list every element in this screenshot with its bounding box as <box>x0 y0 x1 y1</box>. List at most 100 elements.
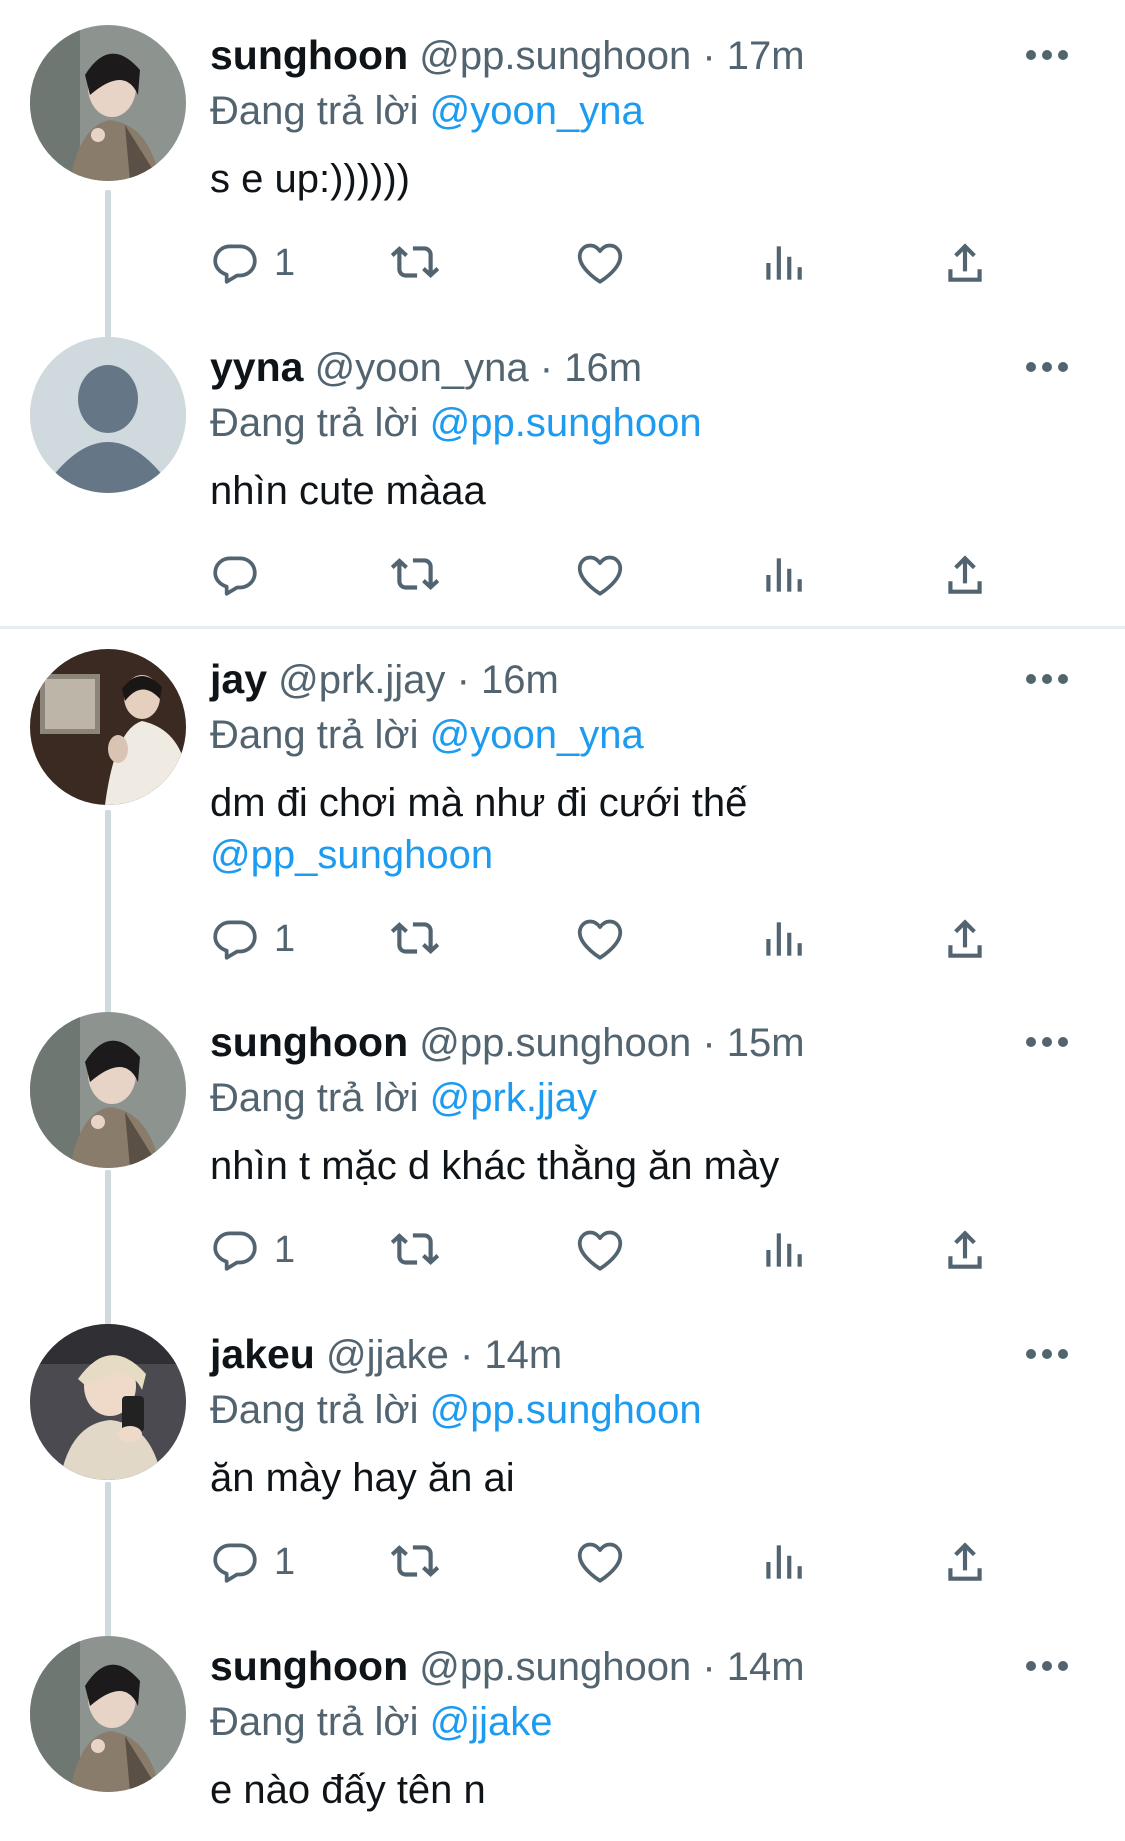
reply-icon <box>213 1543 257 1583</box>
handle[interactable]: @pp.sunghoon <box>419 34 691 78</box>
heart-icon <box>577 1542 623 1583</box>
retweet-button[interactable] <box>390 1222 440 1278</box>
display-name[interactable]: jay <box>210 656 267 702</box>
retweet-button[interactable] <box>390 235 440 291</box>
share-button[interactable] <box>940 235 990 291</box>
share-icon <box>948 919 982 958</box>
avatar[interactable] <box>30 649 186 805</box>
timestamp[interactable]: · 15m <box>702 1021 804 1065</box>
retweet-icon <box>390 558 440 590</box>
views-button[interactable] <box>758 547 808 603</box>
tweet-text: s e up:)))))) <box>210 157 410 201</box>
reply-button[interactable] <box>210 547 274 603</box>
retweet-icon <box>390 922 440 954</box>
more-button[interactable] <box>1017 1012 1077 1072</box>
more-button[interactable] <box>1017 25 1077 85</box>
tweet-text: nhìn cute màaa <box>210 469 486 513</box>
reply-icon <box>213 1231 257 1271</box>
more-button[interactable] <box>1017 1324 1077 1384</box>
reply-mention[interactable]: @yoon_yna <box>430 89 644 133</box>
tweet-header: sunghoon @pp.sunghoon · 15m <box>210 1012 1125 1072</box>
like-button[interactable] <box>575 235 625 291</box>
replying-to: Đang trả lời @jjake <box>210 1696 1125 1748</box>
reply-button[interactable]: 1 <box>210 911 295 967</box>
display-name[interactable]: jakeu <box>210 1331 315 1377</box>
tweet-header: jakeu @jjake · 14m <box>210 1324 1125 1384</box>
more-button[interactable] <box>1017 337 1077 397</box>
tweet-actions: 1 <box>210 911 1125 967</box>
share-icon <box>948 1230 982 1269</box>
timestamp[interactable]: · 16m <box>540 346 642 390</box>
reply-count: 1 <box>274 1228 296 1271</box>
share-button[interactable] <box>940 911 990 967</box>
like-button[interactable] <box>575 911 625 967</box>
more-icon <box>1026 1348 1068 1359</box>
tweet-text: ăn mày hay ăn ai <box>210 1456 515 1500</box>
tweet-actions <box>210 547 1125 603</box>
retweet-button[interactable] <box>390 1534 440 1590</box>
share-button[interactable] <box>940 1222 990 1278</box>
views-button[interactable] <box>758 911 808 967</box>
heart-icon <box>577 1230 623 1271</box>
avatar[interactable] <box>30 337 186 493</box>
avatar[interactable] <box>30 1012 186 1168</box>
handle[interactable]: @pp.sunghoon <box>419 1645 691 1689</box>
handle[interactable]: @prk.jjay <box>278 658 445 702</box>
replying-to-label: Đang trả lời <box>210 89 419 133</box>
views-button[interactable] <box>758 235 808 291</box>
reply-button[interactable]: 1 <box>210 1534 295 1590</box>
timestamp[interactable]: · 14m <box>460 1333 562 1377</box>
reply-mention[interactable]: @pp.sunghoon <box>430 401 702 445</box>
display-name[interactable]: sunghoon <box>210 1643 408 1689</box>
heart-icon <box>577 555 623 596</box>
views-button[interactable] <box>758 1222 808 1278</box>
display-name[interactable]: sunghoon <box>210 1019 408 1065</box>
avatar[interactable] <box>30 1636 186 1792</box>
like-button[interactable] <box>575 547 625 603</box>
reply-count: 1 <box>274 917 296 960</box>
display-name[interactable]: sunghoon <box>210 32 408 78</box>
reply-mention[interactable]: @prk.jjay <box>430 1076 597 1120</box>
handle[interactable]: @jjake <box>326 1333 449 1377</box>
handle[interactable]: @yoon_yna <box>315 346 529 390</box>
replying-to: Đang trả lời @pp.sunghoon <box>210 1384 1125 1436</box>
more-button[interactable] <box>1017 649 1077 709</box>
tweet-actions: 1 <box>210 1222 1125 1278</box>
views-button[interactable] <box>758 1534 808 1590</box>
reply-mention[interactable]: @jjake <box>430 1700 553 1744</box>
timestamp[interactable]: · 17m <box>702 34 804 78</box>
share-button[interactable] <box>940 547 990 603</box>
reply-icon <box>213 920 257 960</box>
share-icon <box>948 243 982 282</box>
analytics-icon <box>766 246 802 280</box>
more-button[interactable] <box>1017 1636 1077 1696</box>
replying-to: Đang trả lời @prk.jjay <box>210 1072 1125 1124</box>
replying-to-label: Đang trả lời <box>210 1388 419 1432</box>
tweet-actions: 1 <box>210 235 1125 291</box>
reply-mention[interactable]: @yoon_yna <box>430 713 644 757</box>
reply-mention[interactable]: @pp.sunghoon <box>430 1388 702 1432</box>
retweet-button[interactable] <box>390 911 440 967</box>
reply-button[interactable]: 1 <box>210 1222 295 1278</box>
timestamp[interactable]: · 14m <box>702 1645 804 1689</box>
timestamp[interactable]: · 16m <box>457 658 559 702</box>
reply-count: 1 <box>274 241 296 284</box>
replying-to-label: Đang trả lời <box>210 401 419 445</box>
retweet-button[interactable] <box>390 547 440 603</box>
display-name[interactable]: yyna <box>210 344 303 390</box>
analytics-icon <box>766 1233 802 1267</box>
retweet-icon <box>390 1233 440 1265</box>
avatar[interactable] <box>30 25 186 181</box>
tweet-text-body: dm đi chơi mà như đi cưới thế <box>210 781 748 825</box>
thread-divider <box>0 626 1125 629</box>
share-button[interactable] <box>940 1534 990 1590</box>
reply-button[interactable]: 1 <box>210 235 295 291</box>
share-icon <box>948 555 982 594</box>
handle[interactable]: @pp.sunghoon <box>419 1021 691 1065</box>
like-button[interactable] <box>575 1222 625 1278</box>
thread-line <box>105 1170 111 1330</box>
avatar[interactable] <box>30 1324 186 1480</box>
like-button[interactable] <box>575 1534 625 1590</box>
replying-to: Đang trả lời @yoon_yna <box>210 709 1125 761</box>
tweet-mention[interactable]: @pp_sunghoon <box>210 833 493 877</box>
